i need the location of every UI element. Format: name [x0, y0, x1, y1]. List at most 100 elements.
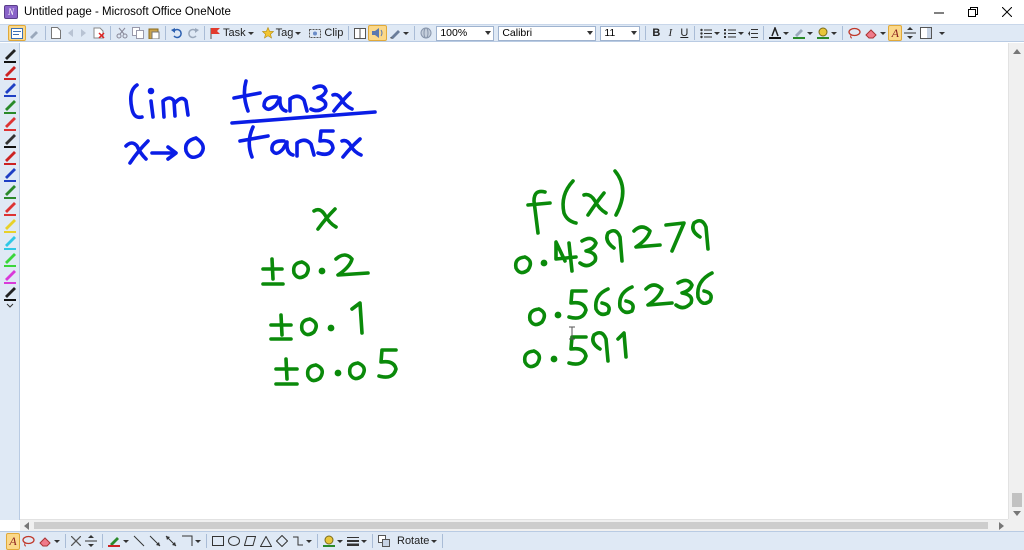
- connector-tool-button[interactable]: [290, 533, 314, 550]
- nav-back-button[interactable]: [63, 25, 77, 41]
- lasso-select-button[interactable]: [846, 25, 863, 41]
- highlighter-magenta-icon[interactable]: [3, 268, 17, 284]
- rotate-button[interactable]: Rotate: [393, 533, 439, 550]
- eraser-button[interactable]: [863, 25, 888, 41]
- note-page-canvas[interactable]: [20, 43, 1008, 519]
- fill-color-button[interactable]: [321, 533, 345, 550]
- audio-button[interactable]: [368, 25, 388, 41]
- fill-color-button[interactable]: [815, 25, 839, 41]
- research-button[interactable]: [418, 25, 434, 41]
- bullets-button[interactable]: [698, 25, 722, 41]
- chevron-down-icon: [306, 539, 312, 543]
- pen-mode-button[interactable]: [387, 25, 411, 41]
- insert-space-button[interactable]: [83, 533, 99, 550]
- arrow-tool-button[interactable]: [147, 533, 163, 550]
- italic-button[interactable]: I: [663, 25, 677, 41]
- zoom-select[interactable]: 100%: [436, 25, 495, 41]
- delete-button[interactable]: [69, 533, 83, 550]
- paste-button[interactable]: [146, 25, 162, 41]
- page-view-icon: [11, 27, 23, 39]
- scroll-left-icon[interactable]: [24, 522, 29, 530]
- table-ink: [261, 169, 714, 386]
- flag-icon: [210, 28, 220, 39]
- numbering-button[interactable]: [722, 25, 746, 41]
- page-panel-button[interactable]: [918, 25, 934, 41]
- rectangle-tool-button[interactable]: [210, 533, 226, 550]
- double-arrow-icon: [165, 535, 177, 547]
- back-button[interactable]: [26, 25, 42, 41]
- undo-button[interactable]: [169, 25, 185, 41]
- pen-red-icon[interactable]: [3, 64, 17, 80]
- toolbar-separator: [165, 26, 166, 40]
- task-button[interactable]: Task: [208, 25, 256, 41]
- new-page-button[interactable]: [49, 25, 63, 41]
- highlighter-yellow-icon[interactable]: [3, 217, 17, 233]
- line-tool-button[interactable]: [131, 533, 147, 550]
- toolbar-separator: [110, 26, 111, 40]
- more-pens-icon[interactable]: [3, 301, 17, 317]
- chevron-down-icon: [807, 31, 814, 35]
- close-button[interactable]: [990, 0, 1024, 24]
- copy-icon: [132, 27, 144, 39]
- pen-black-icon[interactable]: [3, 132, 17, 148]
- onenote-app-icon[interactable]: N: [4, 5, 18, 19]
- axis-tool-button[interactable]: [179, 533, 203, 550]
- pen-green-icon[interactable]: [3, 183, 17, 199]
- pen-blue-icon[interactable]: [3, 81, 17, 97]
- scroll-down-icon[interactable]: [1013, 511, 1021, 516]
- chevron-down-icon: [361, 539, 367, 543]
- standard-toolbar: Task Tag Clip 100% Calibri 11 B I U A: [0, 24, 1024, 42]
- double-arrow-tool-button[interactable]: [163, 533, 179, 550]
- diamond-tool-button[interactable]: [274, 533, 290, 550]
- scroll-up-icon[interactable]: [1013, 49, 1021, 54]
- parallelogram-tool-button[interactable]: [242, 533, 258, 550]
- view-toggle-button[interactable]: [8, 25, 26, 41]
- horizontal-scrollbar[interactable]: [20, 519, 1008, 531]
- pen-red-icon[interactable]: [3, 200, 17, 216]
- font-color-button[interactable]: [767, 25, 791, 41]
- restore-button[interactable]: [956, 0, 990, 24]
- font-size-select[interactable]: 11: [600, 25, 641, 41]
- pen-blue-icon[interactable]: [3, 166, 17, 182]
- eraser-button[interactable]: [37, 533, 62, 550]
- page-layout-button[interactable]: [352, 25, 368, 41]
- toolbar-separator: [206, 534, 207, 548]
- vertical-scrollbar[interactable]: [1008, 43, 1024, 520]
- minimize-button[interactable]: [922, 0, 956, 24]
- columns-icon: [354, 27, 367, 39]
- ink-to-text-button[interactable]: A: [888, 25, 903, 41]
- arrange-button[interactable]: [376, 533, 393, 550]
- underline-button[interactable]: U: [677, 25, 691, 41]
- pen-red-icon[interactable]: [3, 149, 17, 165]
- triangle-tool-button[interactable]: [258, 533, 274, 550]
- pen-color-button[interactable]: [106, 533, 131, 550]
- highlighter-cyan-icon[interactable]: [3, 234, 17, 250]
- cut-button[interactable]: [114, 25, 130, 41]
- pen-black-icon[interactable]: [3, 285, 17, 301]
- insert-space-button[interactable]: [902, 25, 918, 41]
- delete-page-button[interactable]: [91, 25, 107, 41]
- scroll-right-icon[interactable]: [999, 522, 1004, 530]
- highlight-button[interactable]: [791, 25, 815, 41]
- lasso-select-button[interactable]: [20, 533, 37, 550]
- highlighter-green-icon[interactable]: [3, 251, 17, 267]
- ink-to-text-button[interactable]: A: [6, 532, 20, 550]
- clip-button[interactable]: Clip: [307, 25, 345, 41]
- horizontal-scroll-thumb[interactable]: [34, 522, 988, 529]
- pen-green-icon[interactable]: [3, 98, 17, 114]
- line-weight-button[interactable]: [345, 533, 369, 550]
- ellipse-tool-button[interactable]: [226, 533, 242, 550]
- pen-red-icon[interactable]: [3, 115, 17, 131]
- redo-button[interactable]: [185, 25, 201, 41]
- page-panel-icon: [920, 27, 933, 39]
- nav-forward-button[interactable]: [77, 25, 91, 41]
- vertical-scroll-thumb[interactable]: [1012, 493, 1022, 507]
- diamond-icon: [276, 535, 288, 547]
- outdent-button[interactable]: [746, 25, 760, 41]
- font-name-select[interactable]: Calibri: [498, 25, 597, 41]
- copy-button[interactable]: [130, 25, 146, 41]
- options-button[interactable]: [934, 25, 948, 41]
- pen-black-icon[interactable]: [3, 47, 17, 63]
- bold-button[interactable]: B: [649, 25, 663, 41]
- tag-button[interactable]: Tag: [260, 25, 304, 41]
